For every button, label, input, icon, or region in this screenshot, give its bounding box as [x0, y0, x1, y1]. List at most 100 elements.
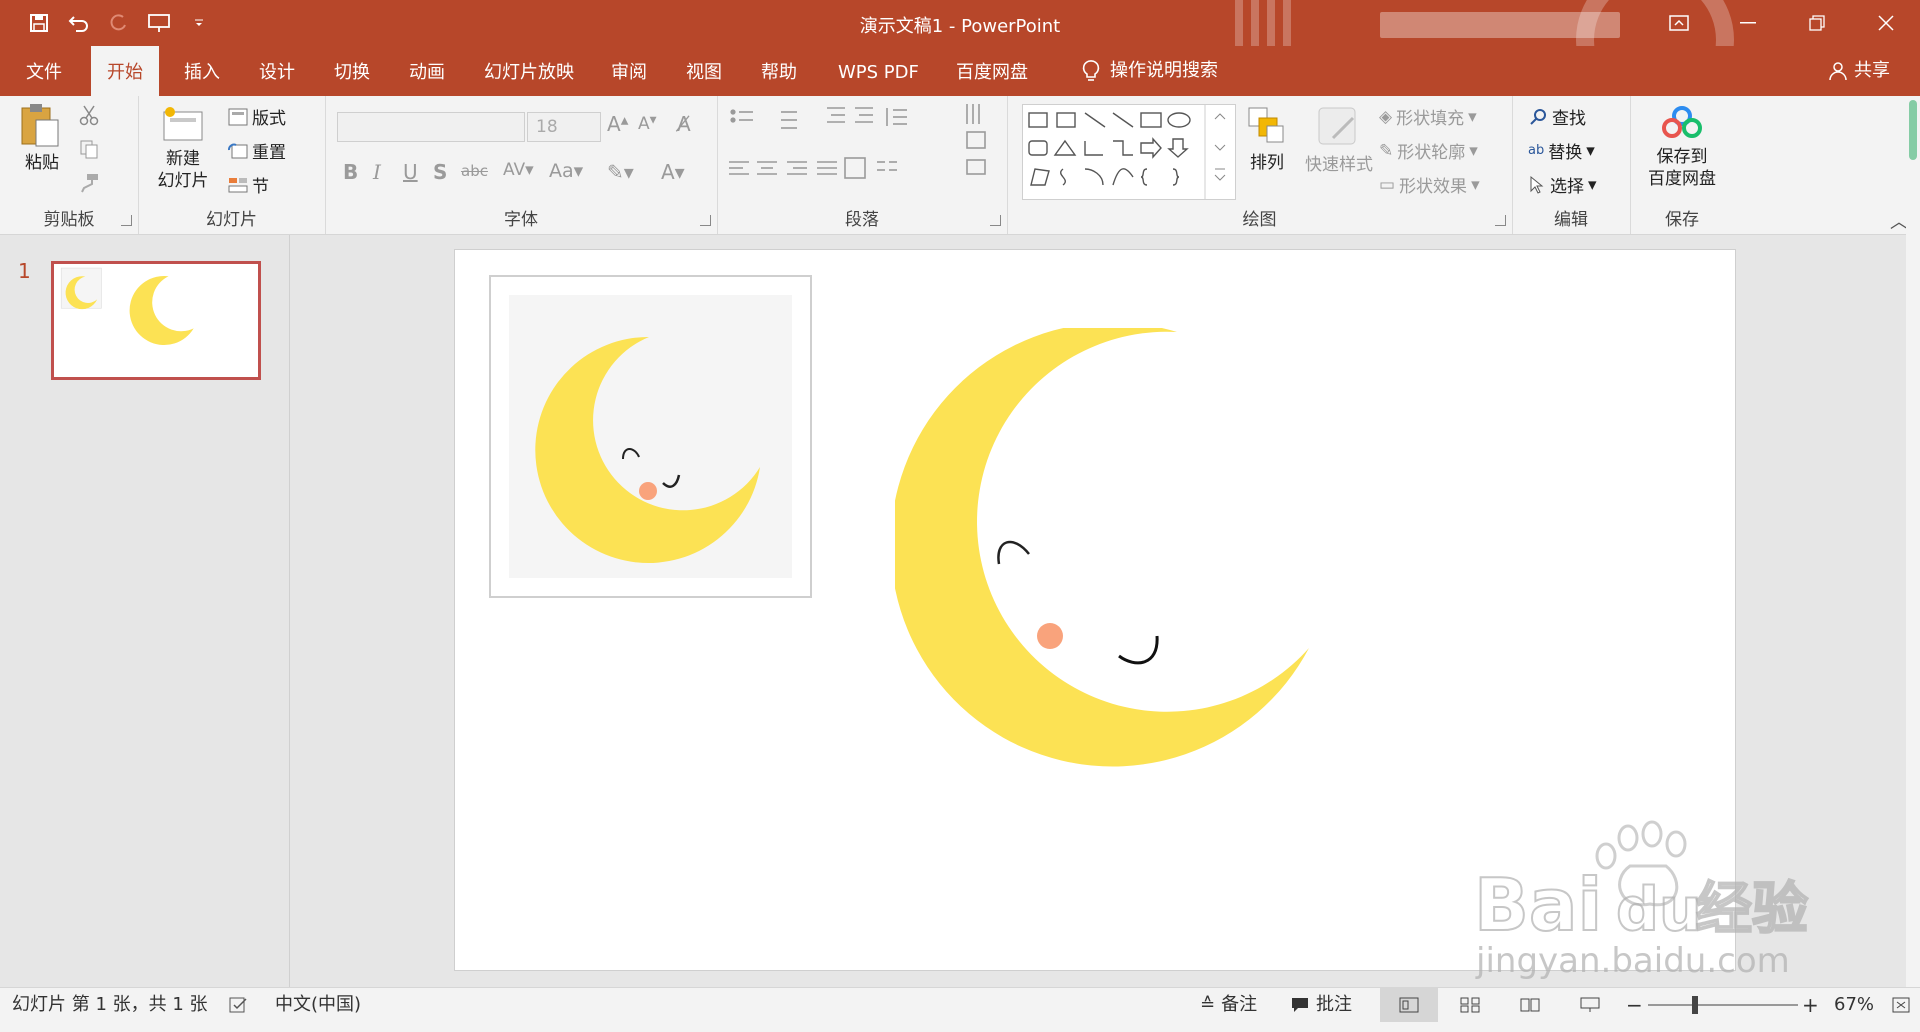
notes-button[interactable]: ≙ 备注	[1200, 988, 1257, 1022]
drawing-dialog-launcher[interactable]	[1495, 215, 1506, 226]
underline-icon[interactable]: U	[403, 160, 418, 184]
vertical-scrollbar[interactable]	[1906, 96, 1920, 987]
normal-view-icon[interactable]	[1380, 988, 1438, 1022]
watermark-brand-du: du	[1616, 875, 1702, 945]
quick-styles-label: 快速样式	[1305, 155, 1373, 175]
find-icon	[1530, 108, 1546, 125]
tab-insert[interactable]: 插入	[168, 46, 236, 96]
slide-sorter-icon[interactable]	[1460, 988, 1480, 1022]
slide-thumbnail-1[interactable]	[51, 261, 261, 380]
layout-icon	[228, 108, 248, 125]
minimize-icon[interactable]	[1713, 0, 1782, 46]
new-slide-label-1: 新建	[166, 149, 200, 169]
arrange-icon	[1248, 107, 1284, 143]
change-case-icon[interactable]: Aa▾	[549, 160, 583, 182]
watermark-url: jingyan.baidu.com	[1475, 941, 1790, 981]
decrease-indent-icon	[827, 107, 845, 123]
replace-button[interactable]: ab 替换 ▾	[1528, 138, 1595, 164]
format-painter-icon[interactable]	[78, 172, 100, 198]
account-name-blurred[interactable]	[1380, 12, 1620, 38]
scrollbar-thumb[interactable]	[1909, 100, 1917, 160]
clear-formatting-icon[interactable]: A̸	[677, 112, 691, 136]
align-right-icon	[787, 161, 807, 175]
select-cursor-icon	[1530, 175, 1544, 194]
slide-thumbnail-preview	[60, 267, 194, 346]
shape-effects-button[interactable]: ▭ 形状效果 ▾	[1379, 172, 1480, 198]
find-button[interactable]: 查找	[1528, 104, 1586, 129]
arrange-button[interactable]: 排列	[1239, 104, 1295, 204]
group-font: 18 A▲ A▼ A̸ B I U S abc AV▾ Aa▾ ✎▾ A▾ 字体	[325, 96, 718, 234]
tab-transitions[interactable]: 切换	[318, 46, 386, 96]
paragraph-dialog-launcher[interactable]	[990, 215, 1001, 226]
tab-slideshow[interactable]: 幻灯片放映	[468, 46, 590, 96]
select-button[interactable]: 选择 ▾	[1528, 172, 1597, 197]
new-slide-button[interactable]: 新建 幻灯片	[148, 104, 218, 204]
layout-button[interactable]: 版式	[228, 104, 286, 129]
justify-icon	[817, 161, 837, 175]
zoom-level[interactable]: 67%	[1834, 988, 1874, 1022]
increase-font-size-icon[interactable]: A▲	[607, 112, 628, 136]
replace-label: 替换	[1548, 143, 1583, 163]
watermark-brand: Bai	[1474, 863, 1602, 947]
highlight-icon[interactable]: ✎▾	[607, 160, 634, 184]
section-icon	[228, 177, 248, 192]
tell-me-search[interactable]: 操作说明搜索	[1066, 46, 1234, 96]
character-spacing-icon[interactable]: AV▾	[503, 160, 534, 180]
close-icon[interactable]	[1851, 0, 1920, 46]
spell-check-icon[interactable]	[228, 988, 248, 1022]
section-button[interactable]: 节	[228, 172, 269, 197]
paste-button[interactable]: 粘贴	[18, 102, 68, 198]
restore-icon[interactable]	[1782, 0, 1851, 46]
tab-animations[interactable]: 动画	[393, 46, 461, 96]
decrease-font-size-icon[interactable]: A▼	[638, 114, 657, 134]
tab-file[interactable]: 文件	[10, 46, 78, 96]
group-save: 保存到 百度网盘 保存	[1630, 96, 1734, 234]
share-button[interactable]: 共享	[1828, 46, 1890, 96]
ribbon-home: 粘贴 剪贴板 新建 幻灯片 版式 重置 节 幻灯片 18 A▲ A▼ A̸ B …	[0, 96, 1920, 235]
moon-shape-large[interactable]	[895, 328, 1335, 778]
group-paragraph: 段落	[717, 96, 1008, 234]
fit-to-window-icon[interactable]	[1892, 988, 1910, 1022]
shadow-icon[interactable]: S	[433, 160, 447, 184]
reset-button[interactable]: 重置	[228, 138, 286, 163]
tab-view[interactable]: 视图	[670, 46, 738, 96]
tab-design[interactable]: 设计	[243, 46, 311, 96]
zoom-slider-thumb[interactable]	[1692, 996, 1698, 1014]
zoom-slider-track[interactable]	[1648, 1004, 1798, 1006]
bold-icon[interactable]: B	[343, 160, 358, 184]
language-indicator[interactable]: 中文(中国)	[275, 988, 361, 1022]
tab-baidu-netdisk[interactable]: 百度网盘	[940, 46, 1044, 96]
copy-icon[interactable]	[78, 138, 100, 164]
shape-outline-button[interactable]: ✎ 形状轮廓 ▾	[1379, 138, 1478, 164]
italic-icon[interactable]: I	[373, 160, 381, 184]
zoom-in-icon[interactable]: +	[1802, 988, 1819, 1022]
save-to-baidu-button[interactable]: 保存到 百度网盘	[1636, 104, 1728, 204]
font-name-input[interactable]	[337, 112, 525, 142]
moon-picture[interactable]	[489, 275, 812, 598]
zoom-out-icon[interactable]: −	[1626, 988, 1643, 1022]
comments-button[interactable]: 批注	[1290, 988, 1352, 1022]
font-dialog-launcher[interactable]	[700, 215, 711, 226]
numbering-icon	[781, 111, 797, 129]
quick-styles-button[interactable]: 快速样式	[1299, 104, 1379, 204]
group-label-font: 字体	[504, 210, 538, 230]
font-color-icon[interactable]: A▾	[661, 160, 685, 184]
font-size-input[interactable]: 18	[527, 112, 601, 142]
ribbon-display-options-icon[interactable]	[1644, 0, 1713, 46]
shapes-gallery[interactable]	[1022, 104, 1236, 200]
tab-wps-pdf[interactable]: WPS PDF	[822, 46, 935, 96]
reading-view-icon[interactable]	[1520, 988, 1540, 1022]
status-bar: 幻灯片 第 1 张，共 1 张 中文(中国) ≙ 备注 批注 − + 67%	[0, 987, 1920, 1032]
reset-label: 重置	[252, 143, 286, 163]
slide-counter[interactable]: 幻灯片 第 1 张，共 1 张	[12, 988, 208, 1022]
find-label: 查找	[1552, 109, 1586, 129]
tab-review[interactable]: 审阅	[595, 46, 663, 96]
slideshow-view-icon[interactable]	[1580, 988, 1600, 1022]
align-left-icon	[729, 161, 749, 175]
shape-fill-button[interactable]: ◈ 形状填充 ▾	[1379, 104, 1477, 130]
tab-help[interactable]: 帮助	[745, 46, 813, 96]
cut-icon[interactable]	[78, 104, 100, 130]
clipboard-dialog-launcher[interactable]	[121, 215, 132, 226]
tab-home[interactable]: 开始	[91, 46, 159, 96]
strikethrough-icon[interactable]: abc	[461, 162, 488, 180]
